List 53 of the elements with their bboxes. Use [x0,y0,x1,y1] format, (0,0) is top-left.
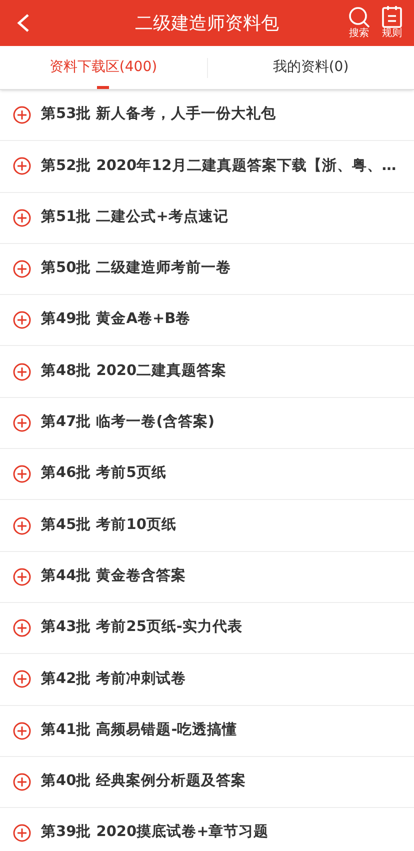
plus-circle-icon [13,824,31,842]
list-item[interactable]: 第52批 2020年12月二建真题答案下载【浙、粤、… [0,141,414,193]
plus-circle-icon [13,208,31,227]
item-title: 第49批 黄金A卷+B卷 [41,310,191,330]
plus-circle-icon [13,568,31,586]
item-title: 第44批 黄金卷含答案 [41,566,186,586]
list-item[interactable]: 第47批 临考一卷(含答案) [0,398,414,450]
plus-circle-icon [13,722,31,740]
list-item[interactable]: 第51批 二建公式+考点速记 [0,192,414,244]
plus-circle-icon [13,619,31,638]
page-title: 二级建造师资料包 [135,12,279,36]
plus-circle-icon [13,773,31,791]
item-title: 第53批 新人备考，人手一份大礼包 [41,104,276,124]
list-item[interactable]: 第45批 考前10页纸 [0,500,414,552]
search-icon [348,6,370,28]
plus-circle-icon [13,260,31,278]
plus-circle-icon [13,516,31,535]
list-item[interactable]: 第39批 2020摸底试卷+章节习题 [0,808,414,851]
item-title: 第50批 二级建造师考前一卷 [41,258,232,278]
list-item[interactable]: 第49批 黄金A卷+B卷 [0,295,414,346]
item-title: 第39批 2020摸底试卷+章节习题 [41,822,269,842]
item-title: 第48批 2020二建真题答案 [41,361,227,381]
list-item[interactable]: 第44批 黄金卷含答案 [0,552,414,603]
back-icon [16,13,30,33]
list-item[interactable]: 第48批 2020二建真题答案 [0,346,414,398]
notepad-icon [382,6,402,28]
list-item[interactable]: 第46批 考前5页纸 [0,449,414,500]
plus-circle-icon [13,362,31,381]
item-title: 第42批 考前冲刺试卷 [41,670,186,689]
list-item[interactable]: 第41批 高频易错题-吃透搞懂 [0,706,414,757]
plus-circle-icon [13,106,31,124]
list-item[interactable]: 第53批 新人备考，人手一份大礼包 [0,90,414,142]
item-title: 第52批 2020年12月二建真题答案下载【浙、粤、… [41,156,396,176]
item-title: 第43批 考前25页纸-实力代表 [41,618,242,638]
list-item[interactable]: 第42批 考前冲刺试卷 [0,654,414,706]
rules-button[interactable]: 规则 [382,6,402,40]
item-title: 第47批 临考一卷(含答案) [41,412,214,432]
list-item[interactable]: 第40批 经典案例分析题及答案 [0,756,414,808]
tab[interactable]: 我的资料(0) [208,46,414,89]
item-title: 第51批 二建公式+考点速记 [41,208,228,227]
plus-circle-icon [13,465,31,484]
plus-circle-icon [13,311,31,330]
list-item[interactable]: 第43批 考前25页纸-实力代表 [0,602,414,654]
plus-circle-icon [13,414,31,432]
item-title: 第46批 考前5页纸 [41,464,166,484]
plus-circle-icon [13,157,31,176]
tab[interactable]: 资料下载区(400) [0,46,206,89]
list-item[interactable]: 第50批 二级建造师考前一卷 [0,244,414,296]
plus-circle-icon [13,670,31,688]
item-title: 第40批 经典案例分析题及答案 [41,771,246,792]
item-title: 第45批 考前10页纸 [41,516,176,535]
search-button[interactable]: 搜索 [348,6,370,40]
item-title: 第41批 高频易错题-吃透搞懂 [41,720,238,740]
